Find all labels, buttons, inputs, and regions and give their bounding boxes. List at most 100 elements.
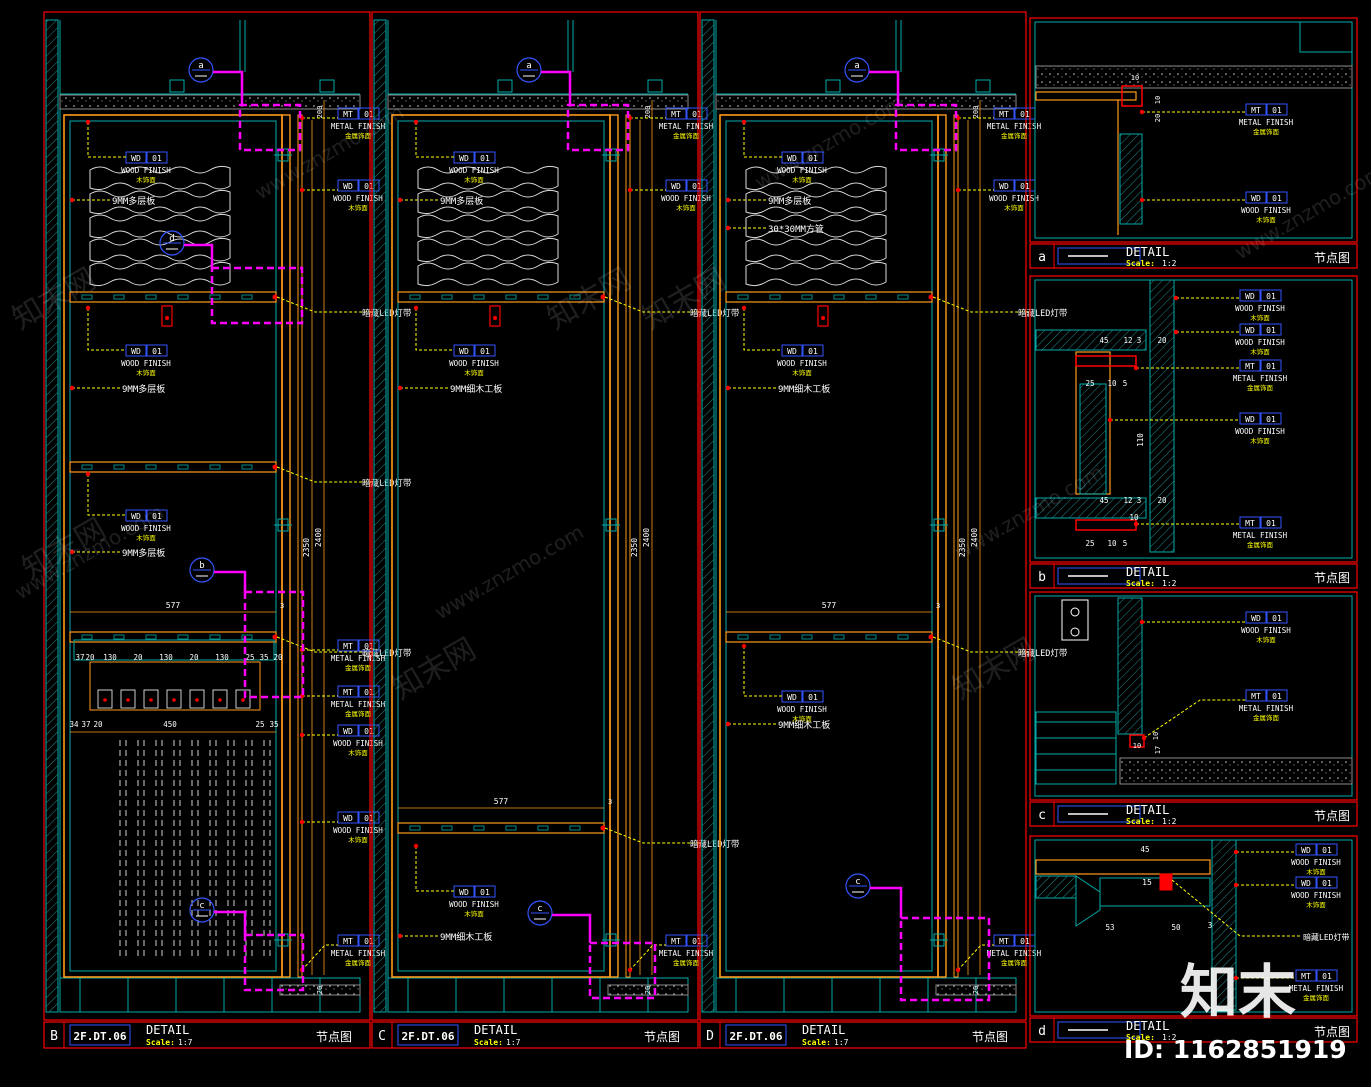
scale-value: 1:2	[1162, 259, 1177, 268]
shelf-joint	[737, 294, 749, 300]
dimension-label: 10	[1154, 96, 1162, 104]
tag-code: MT	[343, 688, 353, 697]
title-cn: 节点图	[1314, 809, 1350, 823]
leader-dot	[1233, 849, 1239, 855]
detail-title: DETAIL	[146, 1023, 189, 1037]
detail-b-content: 45 12 3 20 25 10 5 110 45 12 3 20 25 10 5 10 WD 01 WOOD FI…	[1035, 279, 1288, 553]
detail-title: DETAIL	[1126, 565, 1169, 579]
wood-finish-tag: WD 01 WOOD FINISH木饰面	[121, 344, 171, 377]
shelf-joint	[737, 634, 749, 640]
tag-finish-name: METAL FINISH	[987, 949, 1042, 958]
tag-finish-cn: 木饰面	[464, 175, 484, 184]
leader-line	[87, 122, 126, 158]
top-board	[1035, 859, 1211, 875]
dimension-label: 20	[1157, 496, 1167, 505]
bubble-letter: b	[199, 561, 204, 571]
shelf-joint	[177, 294, 189, 300]
shelf-joint	[897, 634, 909, 640]
tag-code: WD	[671, 182, 681, 191]
carcass-section	[1035, 711, 1117, 785]
dimension-label: 45	[1099, 496, 1108, 505]
leader-dot	[299, 819, 305, 825]
led-fixture	[1159, 873, 1173, 891]
tag-code: MT	[343, 110, 353, 119]
tag-code: WD	[459, 888, 469, 897]
tag-finish-cn: 金属饰面	[1253, 127, 1280, 136]
shelf-joint	[241, 464, 253, 470]
leader-dot	[725, 197, 731, 203]
dimension-label: 577	[822, 601, 837, 610]
shelf-joint	[209, 464, 221, 470]
shelf-joint	[81, 464, 93, 470]
dimension-label: 20	[972, 986, 980, 994]
leader-dot	[725, 385, 731, 391]
dimension-label: 130	[159, 653, 173, 662]
tag-code: MT	[1251, 692, 1261, 701]
cabinet-body	[719, 114, 939, 978]
tag-number: 01	[808, 347, 818, 356]
scale-value: 1:7	[834, 1038, 849, 1047]
floor-slab	[1119, 757, 1353, 785]
dimension-label: 577	[166, 601, 181, 610]
dimension-label: 130	[215, 653, 229, 662]
leader-dot	[85, 119, 91, 125]
tag-number: 01	[1322, 972, 1332, 981]
dimension-label: 10	[1133, 742, 1141, 750]
light-cove	[1099, 877, 1211, 907]
scale-label: Scale:	[1126, 579, 1155, 588]
shelf-joint	[801, 294, 813, 300]
shelf-joint	[473, 825, 485, 831]
leader-dot	[413, 305, 419, 311]
detail-id: d	[1038, 1024, 1046, 1039]
dimension-label: 3	[1208, 921, 1213, 930]
tag-code: WD	[343, 182, 353, 191]
tag-number: 01	[1266, 326, 1276, 335]
tag-number: 01	[1272, 194, 1282, 203]
metal-profile	[1075, 355, 1137, 367]
shelf-joint	[833, 634, 845, 640]
tag-code: WD	[787, 347, 797, 356]
dimension-label: 110	[1136, 433, 1145, 447]
wood-finish-tag: WD 01 WOOD FINISH木饰面	[1235, 323, 1285, 356]
shelf	[725, 631, 933, 643]
shelf-joint	[441, 825, 453, 831]
title-cn: 节点图	[644, 1030, 680, 1044]
folded-garment	[745, 261, 887, 287]
wood-finish-tag: WD 01 WOOD FINISH木饰面	[449, 885, 499, 918]
tag-finish-cn: 木饰面	[1256, 635, 1276, 644]
title-cn: 节点图	[972, 1030, 1008, 1044]
bubble-letter: a	[198, 61, 203, 71]
tag-finish-cn: 木饰面	[464, 909, 484, 918]
shelf-joint	[81, 634, 93, 640]
tag-finish-name: WOOD FINISH	[989, 194, 1039, 203]
leader-dot	[725, 225, 731, 231]
dimension-label: 20	[1157, 336, 1167, 345]
scale-label: Scale:	[1126, 817, 1155, 826]
tag-finish-cn: 木饰面	[464, 368, 484, 377]
wood-finish-tag: WD 01 WOOD FINISH木饰面	[1241, 611, 1291, 644]
ceiling-bracket	[497, 79, 513, 93]
shelf-joint	[833, 294, 845, 300]
leader-dot	[1173, 295, 1179, 301]
shelf-joint	[865, 634, 877, 640]
ceiling-bracket	[825, 79, 841, 93]
dimension-label: 2350	[302, 538, 311, 557]
leader-dot	[69, 385, 75, 391]
shelf-joint	[145, 634, 157, 640]
leader-dot	[955, 967, 961, 973]
detail-title: DETAIL	[1126, 803, 1169, 817]
dimension-label: 45	[1140, 845, 1149, 854]
wood-finish-tag: WD 01 WOOD FINISH木饰面	[989, 179, 1039, 212]
tag-finish-cn: 木饰面	[1004, 203, 1024, 212]
scale-label: Scale:	[474, 1038, 503, 1047]
leader-line	[87, 308, 126, 351]
tag-number: 01	[152, 154, 162, 163]
ceiling-bracket	[169, 79, 185, 93]
dimension-label: 3	[608, 798, 612, 806]
dimension-label: 10	[1107, 379, 1117, 388]
dimension-label: 5	[1123, 379, 1128, 388]
tag-finish-name: WOOD FINISH	[1291, 891, 1341, 900]
leader-dot	[1141, 735, 1147, 741]
tag-finish-cn: 金属饰面	[1247, 383, 1274, 392]
tag-code: WD	[1251, 614, 1261, 623]
